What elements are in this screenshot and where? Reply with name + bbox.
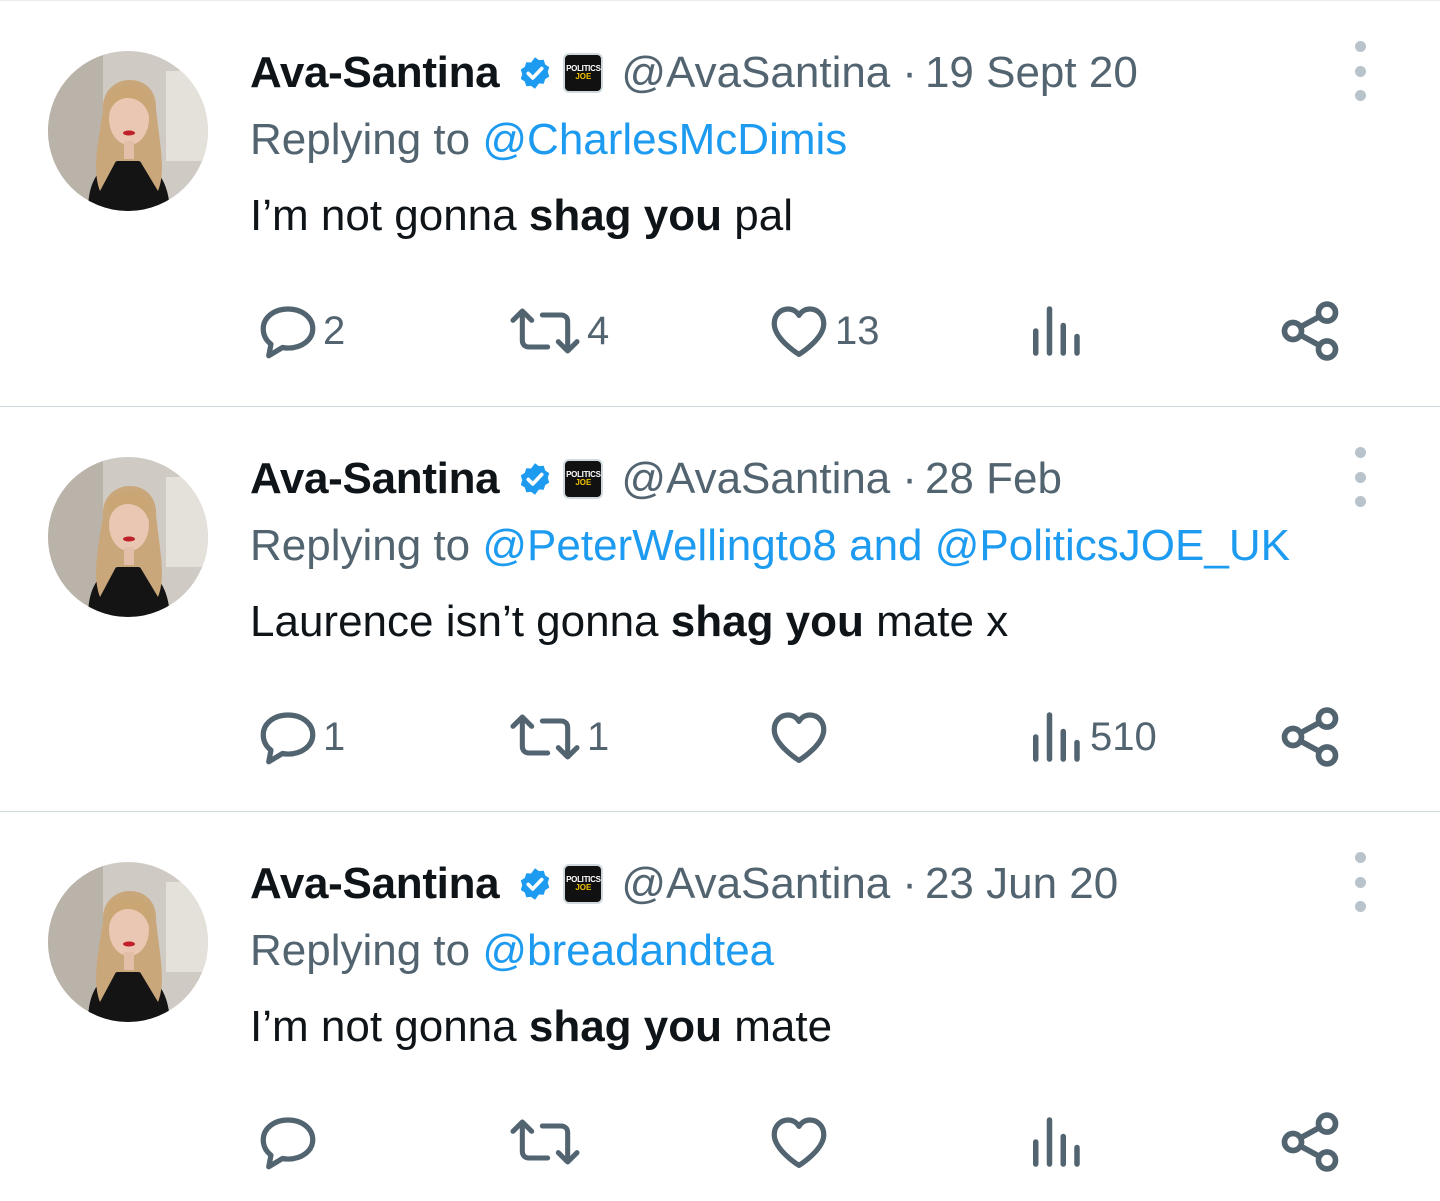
action-bar xyxy=(0,1104,1440,1180)
author-name[interactable]: Ava-Santina xyxy=(250,454,500,504)
share-icon xyxy=(1281,1112,1339,1172)
reply-button[interactable]: 2 xyxy=(255,293,345,369)
replying-to: Replying to @PeterWellingto8 and @Politi… xyxy=(250,521,1290,571)
more-options-button[interactable] xyxy=(1348,41,1372,101)
separator-dot: · xyxy=(902,48,917,97)
tweet-text-before: I’m not gonna xyxy=(250,1002,517,1051)
reply-count: 1 xyxy=(323,714,346,759)
tweet-text-after: mate x xyxy=(876,597,1009,646)
retweet-button[interactable] xyxy=(505,1104,587,1180)
tweet-text-bold: shag you xyxy=(528,1002,723,1051)
tweet-text: Laurence isn’t gonna shag you mate x xyxy=(250,597,1008,647)
reply-bubble-icon xyxy=(260,306,316,359)
reply-mention[interactable]: @PeterWellingto8 xyxy=(482,521,836,570)
author-handle[interactable]: @AvaSantina xyxy=(621,48,890,98)
verified-badge-icon[interactable] xyxy=(517,461,553,497)
affiliate-badge-line2: JOE xyxy=(575,72,592,81)
tweet-text-bold: shag you xyxy=(670,597,864,646)
tweet-feed: Ava-Santina POLITICS JOE @AvaSantina · 1… xyxy=(0,0,1440,1201)
bar-chart-icon xyxy=(1033,306,1080,356)
views-button[interactable]: 510 xyxy=(1022,699,1157,775)
author-handle[interactable]: @AvaSantina xyxy=(621,859,890,909)
replying-to: Replying to @CharlesMcDimis xyxy=(250,115,847,165)
tweet-text-after: mate xyxy=(734,1002,833,1051)
views-button[interactable] xyxy=(1022,293,1090,369)
replying-prefix: Replying to xyxy=(250,521,471,570)
retweet-count: 1 xyxy=(587,714,610,759)
tweet-date[interactable]: 28 Feb xyxy=(925,454,1062,504)
avatar[interactable] xyxy=(48,862,208,1022)
reply-count: 2 xyxy=(323,308,346,353)
reply-bubble-icon xyxy=(260,712,316,765)
share-button[interactable] xyxy=(1276,293,1344,369)
avatar-image xyxy=(48,51,208,211)
avatar-image xyxy=(48,862,208,1022)
share-button[interactable] xyxy=(1276,699,1344,775)
tweet[interactable]: Ava-Santina POLITICS JOE @AvaSantina · 2… xyxy=(0,406,1440,811)
verified-badge-icon[interactable] xyxy=(517,55,553,91)
author-handle[interactable]: @AvaSantina xyxy=(621,454,890,504)
replying-to: Replying to @breadandtea xyxy=(250,926,774,976)
avatar[interactable] xyxy=(48,51,208,211)
heart-icon xyxy=(771,712,827,763)
affiliate-badge[interactable]: POLITICS JOE xyxy=(563,864,604,904)
like-count: 13 xyxy=(835,308,880,353)
reply-mention[interactable]: @CharlesMcDimis xyxy=(482,115,847,164)
tweet-text-before: I’m not gonna xyxy=(250,191,517,240)
action-bar: 2 4 13 xyxy=(0,293,1440,369)
separator-dot: · xyxy=(902,859,917,908)
share-icon xyxy=(1281,301,1339,361)
tweet-text-bold: shag you xyxy=(528,191,723,240)
tweet[interactable]: Ava-Santina POLITICS JOE @AvaSantina · 1… xyxy=(0,1,1440,406)
separator-dot: · xyxy=(902,454,917,503)
avatar[interactable] xyxy=(48,457,208,617)
reply-mention[interactable]: @breadandtea xyxy=(482,926,774,975)
affiliate-badge[interactable]: POLITICS JOE xyxy=(563,53,604,93)
tweet-header: Ava-Santina POLITICS JOE @AvaSantina · 2… xyxy=(250,451,1062,507)
affiliate-badge-line2: JOE xyxy=(575,883,592,892)
replying-prefix: Replying to xyxy=(250,926,471,975)
like-button[interactable]: 13 xyxy=(765,293,880,369)
reply-button[interactable] xyxy=(255,1104,323,1180)
share-button[interactable] xyxy=(1276,1104,1344,1180)
tweet-header: Ava-Santina POLITICS JOE @AvaSantina · 2… xyxy=(250,856,1118,912)
view-count: 510 xyxy=(1090,714,1157,759)
tweet[interactable]: Ava-Santina POLITICS JOE @AvaSantina · 2… xyxy=(0,811,1440,1201)
heart-icon xyxy=(771,306,827,357)
author-name[interactable]: Ava-Santina xyxy=(250,48,500,98)
tweet-header: Ava-Santina POLITICS JOE @AvaSantina · 1… xyxy=(250,45,1138,101)
tweet-text-after: pal xyxy=(734,191,793,240)
tweet-text: I’m not gonna shag you mate xyxy=(250,1002,832,1052)
avatar-image xyxy=(48,457,208,617)
more-options-button[interactable] xyxy=(1348,852,1372,912)
affiliate-badge-line2: JOE xyxy=(575,478,592,487)
share-icon xyxy=(1281,707,1339,767)
retweet-arrows-icon xyxy=(510,714,580,760)
bar-chart-icon xyxy=(1033,712,1080,762)
affiliate-badge[interactable]: POLITICS JOE xyxy=(563,459,604,499)
tweet-text: I’m not gonna shag you pal xyxy=(250,191,793,241)
bar-chart-icon xyxy=(1033,1117,1080,1167)
tweet-date[interactable]: 23 Jun 20 xyxy=(925,859,1118,909)
like-button[interactable] xyxy=(765,699,835,775)
reply-mention[interactable]: @PoliticsJOE_UK xyxy=(935,521,1290,570)
retweet-count: 4 xyxy=(587,308,610,353)
heart-icon xyxy=(771,1117,827,1168)
verified-badge-icon[interactable] xyxy=(517,866,553,902)
replying-prefix: Replying to xyxy=(250,115,471,164)
views-button[interactable] xyxy=(1022,1104,1090,1180)
retweet-button[interactable]: 4 xyxy=(505,293,609,369)
like-button[interactable] xyxy=(765,1104,835,1180)
reply-button[interactable]: 1 xyxy=(255,699,345,775)
retweet-button[interactable]: 1 xyxy=(505,699,609,775)
retweet-arrows-icon xyxy=(510,1119,580,1165)
reply-bubble-icon xyxy=(260,1117,316,1170)
tweet-date[interactable]: 19 Sept 20 xyxy=(925,48,1138,98)
author-name[interactable]: Ava-Santina xyxy=(250,859,500,909)
more-options-button[interactable] xyxy=(1348,447,1372,507)
replying-and: and xyxy=(849,521,923,570)
retweet-arrows-icon xyxy=(510,308,580,354)
action-bar: 1 1 510 xyxy=(0,699,1440,775)
tweet-text-before: Laurence isn’t gonna xyxy=(250,597,659,646)
